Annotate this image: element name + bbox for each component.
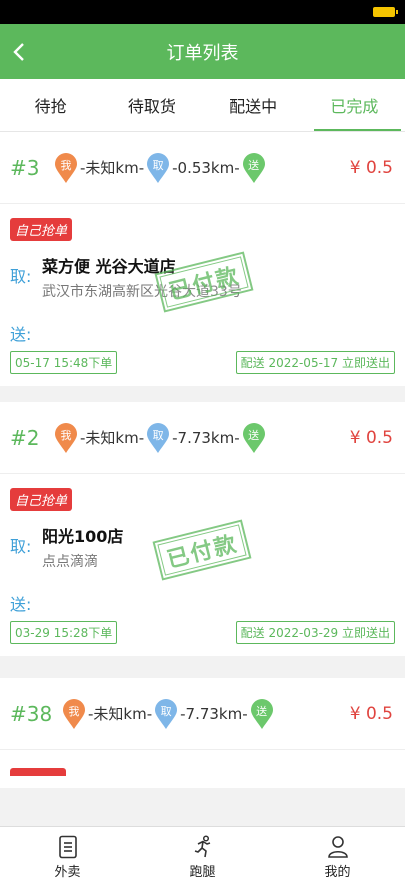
runner-icon	[194, 834, 210, 857]
tab-waiting[interactable]: 待抢	[0, 79, 101, 131]
delivery-label: 送:	[10, 595, 32, 614]
status-bar	[0, 0, 405, 24]
distance-to-pickup: -未知km-	[80, 159, 145, 177]
card-divider	[0, 656, 405, 678]
order-header: #3 我 -未知km- 取 -0.53km- 送 ¥ 0.5	[0, 132, 405, 204]
order-number: #3	[10, 155, 40, 180]
order-number: #38	[10, 701, 53, 726]
delivery-pin-icon: 送	[241, 152, 267, 184]
user-icon	[327, 835, 348, 858]
delivery-label: 送:	[10, 325, 32, 344]
order-footer: 03-29 15:28下单 配送 2022-03-29 立即送出	[10, 621, 395, 644]
delivery-pin-icon: 送	[249, 698, 275, 730]
order-time-tag: 03-29 15:28下单	[10, 621, 118, 644]
order-time-tag: 05-17 15:48下单	[10, 351, 118, 374]
me-pin-icon: 我	[53, 422, 79, 454]
bottom-tab-mine[interactable]: 我的	[270, 827, 405, 887]
delivery-time-tag: 配送 2022-03-29 立即送出	[235, 621, 395, 644]
store-address: 点点滴滴	[42, 554, 98, 570]
distance-to-delivery: -0.53km-	[172, 158, 240, 177]
distance-to-delivery: -7.73km-	[180, 704, 248, 723]
route-summary: 我 -未知km- 取 -7.73km- 送	[52, 422, 268, 454]
order-price: ¥ 0.5	[349, 157, 393, 178]
me-pin-icon: 我	[61, 698, 87, 730]
back-button[interactable]	[12, 24, 42, 79]
list-icon	[58, 835, 77, 858]
bottom-tab-bar: 外卖 跑腿 我的	[0, 826, 405, 887]
order-price: ¥ 0.5	[349, 703, 393, 724]
order-footer: 05-17 15:48下单 配送 2022-05-17 立即送出	[10, 351, 395, 374]
card-divider	[0, 386, 405, 402]
bottom-tab-label: 跑腿	[189, 864, 216, 880]
pickup-label: 取:	[10, 267, 32, 286]
order-body: 自己抢单 取: 阳光100店 点点滴滴 送: 03-29 15:28下单 配送 …	[0, 474, 405, 656]
order-number: #2	[10, 425, 40, 450]
distance-to-delivery: -7.73km-	[172, 428, 240, 447]
pickup-label: 取:	[10, 537, 32, 556]
pickup-pin-icon: 取	[153, 698, 179, 730]
self-grab-badge	[10, 768, 66, 776]
order-card[interactable]: #3 我 -未知km- 取 -0.53km- 送 ¥ 0.5 自己抢单 取: 菜…	[0, 132, 405, 386]
delivery-time-tag: 配送 2022-05-17 立即送出	[235, 351, 395, 374]
me-pin-icon: 我	[53, 152, 79, 184]
delivery-row: 送:	[10, 311, 395, 344]
order-header: #38 我 -未知km- 取 -7.73km- 送 ¥ 0.5	[0, 678, 405, 750]
order-card[interactable]: #2 我 -未知km- 取 -7.73km- 送 ¥ 0.5 自己抢单 取: 阳…	[0, 402, 405, 656]
bottom-tab-label: 外卖	[54, 864, 81, 880]
self-grab-badge: 自己抢单	[10, 488, 73, 511]
delivery-row: 送:	[10, 581, 395, 614]
order-header: #2 我 -未知km- 取 -7.73km- 送 ¥ 0.5	[0, 402, 405, 474]
pickup-pin-icon: 取	[145, 152, 171, 184]
tab-delivering[interactable]: 配送中	[203, 79, 304, 131]
tab-to-pickup[interactable]: 待取货	[101, 79, 202, 131]
store-name: 阳光100店	[42, 527, 124, 546]
chevron-left-icon	[13, 42, 24, 61]
tab-completed[interactable]: 已完成	[304, 79, 405, 131]
order-status-tabs: 待抢 待取货 配送中 已完成	[0, 79, 405, 132]
route-summary: 我 -未知km- 取 -7.73km- 送	[60, 698, 276, 730]
distance-to-pickup: -未知km-	[80, 429, 145, 447]
bottom-tab-takeout[interactable]: 外卖	[0, 827, 135, 887]
order-list[interactable]: #3 我 -未知km- 取 -0.53km- 送 ¥ 0.5 自己抢单 取: 菜…	[0, 132, 405, 824]
delivery-pin-icon: 送	[241, 422, 267, 454]
order-body	[0, 750, 405, 788]
pickup-pin-icon: 取	[145, 422, 171, 454]
order-card[interactable]: #38 我 -未知km- 取 -7.73km- 送 ¥ 0.5	[0, 678, 405, 788]
route-summary: 我 -未知km- 取 -0.53km- 送	[52, 152, 268, 184]
distance-to-pickup: -未知km-	[88, 705, 153, 723]
page-title: 订单列表	[166, 42, 239, 64]
bottom-tab-errand[interactable]: 跑腿	[135, 827, 270, 887]
bottom-tab-label: 我的	[324, 864, 351, 880]
order-price: ¥ 0.5	[349, 427, 393, 448]
battery-icon	[373, 7, 398, 17]
self-grab-badge: 自己抢单	[10, 218, 73, 241]
nav-bar: 订单列表	[0, 24, 405, 79]
order-body: 自己抢单 取: 菜方便 光谷大道店 武汉市东湖高新区光谷大道33号 送: 05-…	[0, 204, 405, 386]
